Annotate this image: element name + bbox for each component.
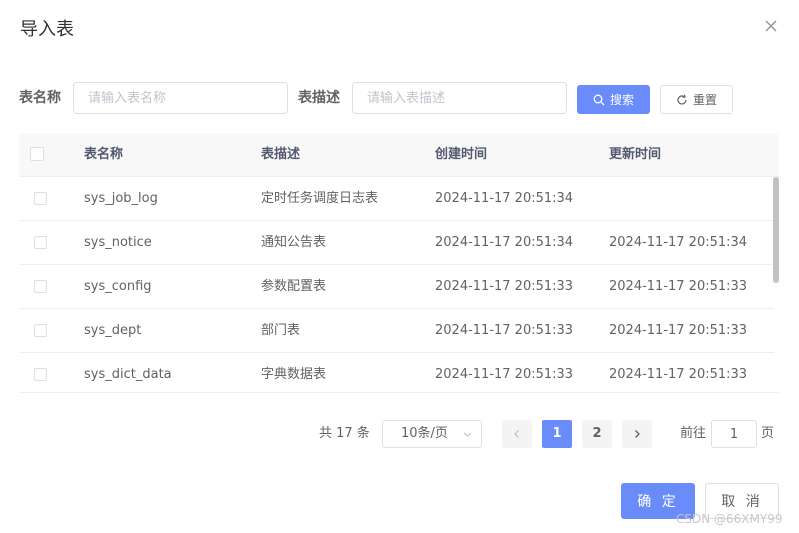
table-row[interactable]: sys_config 参数配置表 2024-11-17 20:51:33 202… — [19, 265, 774, 309]
cell-updated-time: 2024-11-17 20:51:33 — [609, 323, 748, 338]
search-icon — [593, 94, 605, 106]
column-header-name: 表名称 — [84, 147, 124, 162]
watermark: CSDN @66XMY99 — [676, 512, 783, 526]
cell-created-time: 2024-11-17 20:51:34 — [435, 191, 574, 206]
cell-table-name: sys_job_log — [84, 191, 158, 206]
cell-table-desc: 部门表 — [261, 323, 301, 338]
cell-created-time: 2024-11-17 20:51:33 — [435, 279, 574, 294]
chevron-right-icon — [635, 430, 640, 438]
table-header: 表名称 表描述 创建时间 更新时间 — [19, 133, 779, 177]
page-button-2[interactable]: 2 — [582, 420, 612, 448]
refresh-icon — [676, 94, 688, 106]
row-checkbox[interactable] — [34, 192, 47, 205]
cell-created-time: 2024-11-17 20:51:33 — [435, 323, 574, 338]
cell-created-time: 2024-11-17 20:51:33 — [435, 367, 574, 382]
row-checkbox[interactable] — [34, 368, 47, 381]
cell-updated-time: 2024-11-17 20:51:33 — [609, 367, 748, 382]
column-header-updated: 更新时间 — [609, 147, 662, 162]
import-table-dialog: 导入表 表名称 表描述 搜索 重置 表名称 表描述 创建时间 更新时间 sys_… — [0, 0, 799, 533]
search-button[interactable]: 搜索 — [577, 85, 650, 114]
next-page-button[interactable] — [622, 420, 652, 448]
column-header-created: 创建时间 — [435, 147, 488, 162]
search-button-label: 搜索 — [609, 93, 634, 107]
cell-table-name: sys_dict_data — [84, 367, 172, 382]
page-size-value: 10条/页 — [401, 426, 448, 441]
row-checkbox[interactable] — [34, 324, 47, 337]
table-row[interactable]: sys_dept 部门表 2024-11-17 20:51:33 2024-11… — [19, 309, 774, 353]
page-button-1[interactable]: 1 — [542, 420, 572, 448]
table-name-input[interactable] — [73, 82, 288, 114]
cell-table-desc: 字典数据表 — [261, 367, 327, 382]
chevron-left-icon — [514, 430, 519, 438]
dialog-title: 导入表 — [20, 19, 74, 40]
table-row[interactable]: sys_dict_data 字典数据表 2024-11-17 20:51:33 … — [19, 353, 774, 392]
close-icon[interactable] — [763, 18, 779, 34]
row-checkbox[interactable] — [34, 280, 47, 293]
reset-button[interactable]: 重置 — [660, 85, 733, 114]
cell-created-time: 2024-11-17 20:51:34 — [435, 235, 574, 250]
scrollbar-thumb[interactable] — [773, 177, 779, 283]
goto-page-input[interactable] — [711, 420, 757, 448]
cell-table-desc: 参数配置表 — [261, 279, 327, 294]
column-header-desc: 表描述 — [261, 147, 301, 162]
cell-updated-time: 2024-11-17 20:51:34 — [609, 235, 748, 250]
table-name-label: 表名称 — [19, 90, 61, 106]
row-checkbox[interactable] — [34, 236, 47, 249]
goto-suffix: 页 — [761, 426, 775, 441]
select-all-checkbox[interactable] — [30, 147, 44, 161]
cell-updated-time: 2024-11-17 20:51:33 — [609, 279, 748, 294]
chevron-down-icon — [463, 430, 472, 439]
reset-button-label: 重置 — [692, 93, 717, 107]
table-desc-input[interactable] — [352, 82, 567, 114]
table-desc-label: 表描述 — [298, 90, 340, 106]
prev-page-button[interactable] — [502, 420, 532, 448]
cell-table-desc: 通知公告表 — [261, 235, 327, 250]
table-scrollbar[interactable] — [773, 177, 779, 392]
cell-table-name: sys_dept — [84, 323, 142, 338]
cell-table-desc: 定时任务调度日志表 — [261, 191, 379, 206]
tables-table: 表名称 表描述 创建时间 更新时间 sys_job_log 定时任务调度日志表 … — [19, 133, 779, 393]
pagination-total: 共 17 条 — [319, 426, 370, 441]
table-row[interactable]: sys_notice 通知公告表 2024-11-17 20:51:34 202… — [19, 221, 774, 265]
goto-label: 前往 — [680, 426, 707, 441]
page-size-select[interactable]: 10条/页 — [382, 420, 482, 448]
cell-table-name: sys_notice — [84, 235, 152, 250]
table-row[interactable]: sys_job_log 定时任务调度日志表 2024-11-17 20:51:3… — [19, 177, 774, 221]
cell-table-name: sys_config — [84, 279, 152, 294]
